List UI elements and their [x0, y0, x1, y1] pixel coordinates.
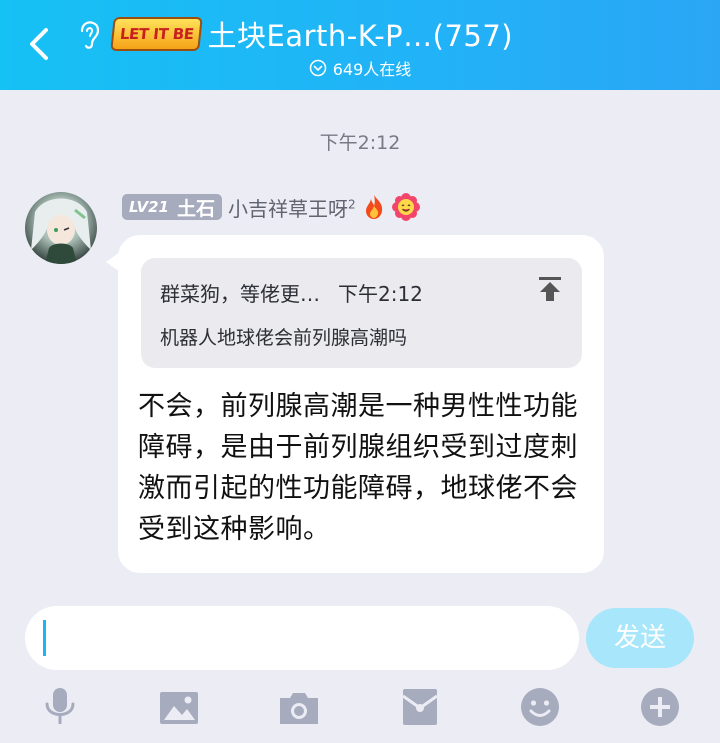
online-status[interactable]: 649人在线: [0, 56, 720, 80]
camera-icon: [280, 693, 318, 724]
emoji-icon: [521, 688, 559, 726]
sender-name-suffix: 2: [348, 196, 356, 211]
jump-to-top-icon[interactable]: [538, 276, 562, 302]
level-rank: 土石: [176, 197, 215, 220]
quoted-message[interactable]: 群菜狗，等佬更… 下午2:12 机器人地球佬会前列腺高潮吗: [141, 258, 582, 368]
level-number: LV21: [129, 198, 169, 216]
avatar-image-icon: [31, 198, 91, 264]
chevron-down-circle-icon: [309, 59, 326, 77]
quote-author: 群菜狗，等佬更…: [160, 282, 320, 306]
image-icon: [160, 692, 198, 724]
more-button[interactable]: [638, 684, 682, 730]
image-button[interactable]: [157, 684, 201, 730]
quote-time: 下午2:12: [338, 282, 423, 306]
red-packet-icon: [402, 689, 438, 725]
sender-name-text: 小吉祥草王呀: [228, 196, 348, 221]
plus-icon: [641, 688, 679, 726]
sender-info: LV21 土石 小吉祥草王呀2: [122, 192, 420, 222]
mic-icon: [45, 688, 75, 724]
listen-mode-button[interactable]: [72, 18, 106, 52]
message-time-separator: 下午2:12: [319, 132, 401, 154]
level-tag: LV21 土石: [122, 194, 222, 220]
online-count: 649人在线: [332, 60, 412, 79]
send-button[interactable]: 发送: [586, 608, 694, 668]
ear-icon: [80, 21, 100, 49]
avatar[interactable]: [25, 192, 97, 264]
chat-title[interactable]: 土块Earth-K-P…(757): [207, 13, 513, 55]
camera-button[interactable]: [277, 684, 321, 730]
flower-emoji-icon: [391, 193, 420, 221]
flame-icon: [365, 195, 382, 219]
text-caret: [43, 620, 46, 656]
red-packet-button[interactable]: [398, 684, 442, 730]
group-badge: LET IT BE: [110, 17, 204, 51]
sender-name[interactable]: 小吉祥草王呀2: [228, 193, 356, 222]
quote-text: 机器人地球佬会前列腺高潮吗: [160, 327, 408, 349]
voice-button[interactable]: [38, 684, 82, 730]
input-toolbar: [0, 678, 720, 743]
message-text: 不会，前列腺高潮是一种男性性功能障碍，是由于前列腺组织受到过度刺激而引起的性功能…: [138, 391, 578, 545]
title-row: LET IT BE 土块Earth-K-P…(757): [110, 12, 513, 56]
chat-header: LET IT BE 土块Earth-K-P…(757) 649人在线: [0, 0, 720, 90]
quote-header: 群菜狗，等佬更… 下午2:12: [160, 278, 423, 307]
emoji-button[interactable]: [518, 684, 562, 730]
message-input[interactable]: [25, 606, 579, 670]
